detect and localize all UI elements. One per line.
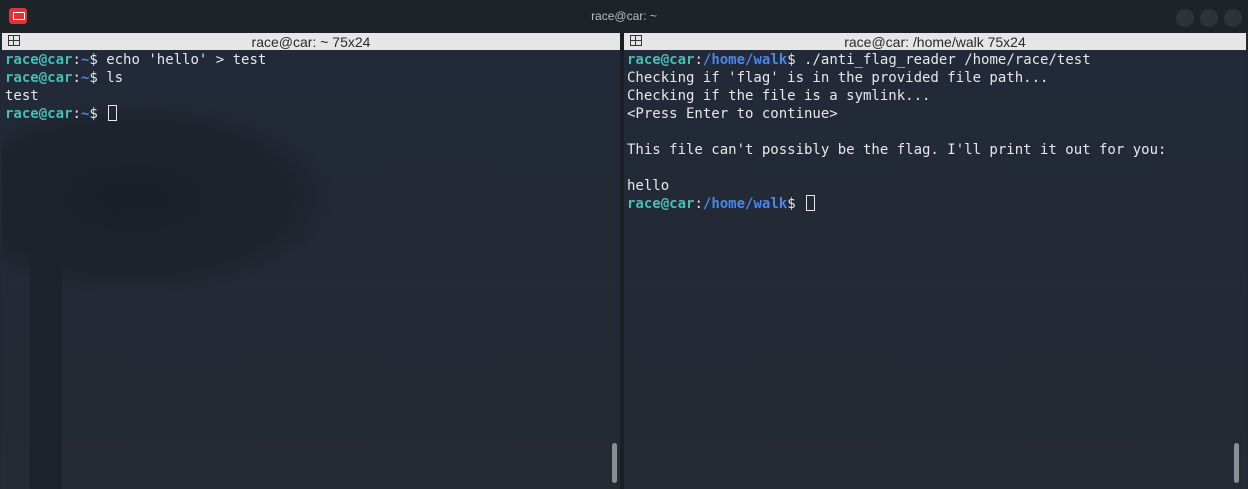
command-text: [98, 106, 106, 122]
prompt-colon: :: [72, 106, 81, 122]
prompt-dollar: $: [787, 196, 796, 212]
close-button[interactable]: [1223, 8, 1243, 28]
output-text: hello: [627, 178, 670, 194]
scrollbar-left[interactable]: [612, 443, 617, 483]
prompt-line: race@car:~$: [5, 105, 610, 123]
output-line: This file can't possibly be the flag. I'…: [627, 141, 1236, 159]
terminal-output-right[interactable]: race@car:/home/walk$ ./anti_flag_reader …: [627, 51, 1236, 213]
minimize-button[interactable]: [1175, 8, 1195, 28]
prompt-user: race: [627, 196, 661, 212]
output-text: test: [5, 88, 39, 104]
output-line: Checking if the file is a symlink...: [627, 87, 1236, 105]
prompt-host: car: [669, 196, 695, 212]
prompt-host: car: [47, 52, 73, 68]
prompt-dollar: $: [89, 70, 98, 86]
text-cursor: [108, 105, 118, 121]
command-text: ls: [97, 70, 124, 86]
prompt-at: @: [38, 106, 48, 122]
output-text: <Press Enter to continue>: [627, 106, 838, 122]
command-text: [796, 196, 804, 212]
prompt-user: race: [5, 106, 39, 122]
prompt-user: race: [5, 52, 39, 68]
output-line: Checking if 'flag' is in the provided fi…: [627, 69, 1236, 87]
terminal-pane-right[interactable]: race@car: /home/walk 75x24 race@car:/hom…: [624, 33, 1246, 489]
terminal-output-left[interactable]: race@car:~$ echo 'hello' > test race@car:…: [5, 51, 610, 123]
pane-title-right: race@car: /home/walk 75x24: [844, 34, 1026, 50]
prompt-at: @: [38, 70, 48, 86]
output-text: Checking if 'flag' is in the provided fi…: [627, 70, 1049, 86]
prompt-at: @: [38, 52, 48, 68]
terminal-pane-left[interactable]: race@car: ~ 75x24 race@car:~$ echo 'hell…: [2, 33, 620, 489]
prompt-at: @: [660, 196, 670, 212]
maximize-button[interactable]: [1199, 8, 1219, 28]
prompt-host: car: [47, 106, 73, 122]
pane-header-left[interactable]: race@car: ~ 75x24: [2, 33, 620, 50]
output-text: Checking if the file is a symlink...: [627, 88, 931, 104]
prompt-line: race@car:~$ echo 'hello' > test: [5, 51, 610, 69]
prompt-dollar: $: [787, 52, 796, 68]
output-text: This file can't possibly be the flag. I'…: [627, 142, 1167, 158]
window-title: race@car: ~: [591, 9, 657, 23]
prompt-dollar: $: [89, 106, 98, 122]
pane-title-left: race@car: ~ 75x24: [251, 34, 371, 50]
command-text: echo 'hello' > test: [97, 52, 267, 68]
prompt-colon: :: [72, 70, 81, 86]
prompt-colon: :: [694, 196, 703, 212]
prompt-line: race@car:/home/walk$ ./anti_flag_reader …: [627, 51, 1236, 69]
pane-header-right[interactable]: race@car: /home/walk 75x24: [624, 33, 1246, 50]
prompt-colon: :: [72, 52, 81, 68]
terminal-window: race@car: ~ race@car: ~ 75x24 race@car:~…: [0, 0, 1248, 489]
output-line: hello: [627, 177, 1236, 195]
scrollbar-right[interactable]: [1234, 443, 1239, 483]
output-line: <Press Enter to continue>: [627, 105, 1236, 123]
text-cursor: [806, 195, 816, 211]
window-titlebar[interactable]: race@car: ~: [0, 0, 1248, 33]
prompt-path: /home/walk: [702, 52, 788, 68]
output-line: test: [5, 87, 610, 105]
prompt-dollar: $: [89, 52, 98, 68]
prompt-line: race@car:/home/walk$: [627, 195, 1236, 213]
wallpaper-tree-trunk: [30, 173, 62, 489]
prompt-at: @: [660, 52, 670, 68]
prompt-host: car: [669, 52, 695, 68]
prompt-user: race: [627, 52, 661, 68]
prompt-colon: :: [694, 52, 703, 68]
prompt-host: car: [47, 70, 73, 86]
prompt-path: /home/walk: [702, 196, 788, 212]
prompt-line: race@car:~$ ls: [5, 69, 610, 87]
prompt-user: race: [5, 70, 39, 86]
command-text: ./anti_flag_reader /home/race/test: [795, 52, 1091, 68]
